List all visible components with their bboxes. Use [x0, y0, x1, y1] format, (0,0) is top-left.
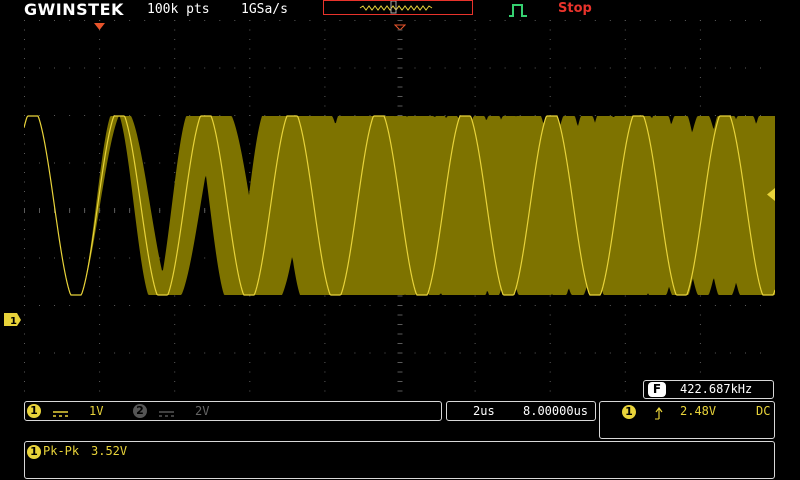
trigger-mode-icon [508, 2, 528, 21]
channel1-ground-marker[interactable]: 1 [4, 312, 22, 331]
frequency-counter: F 422.687kHz [643, 380, 774, 399]
record-length: 100k pts [147, 2, 210, 17]
brand-logo: GWINSTEK [24, 0, 124, 19]
waveform-persistence-envelope [24, 116, 775, 295]
trigger-level-marker-icon[interactable] [766, 187, 776, 206]
timebase-position: 8.00000us [523, 404, 589, 418]
waveform-display[interactable] [24, 20, 775, 400]
frequency-label-icon: F [648, 382, 666, 397]
memory-overview-bar[interactable] [323, 0, 473, 15]
frequency-value: 422.687kHz [680, 382, 753, 396]
channel2-badge[interactable]: 2 [133, 404, 147, 418]
channel2-scale: 2V [195, 404, 210, 418]
channel-info-bar[interactable]: 1 1V 2 2V [24, 401, 442, 421]
measurement-source-badge: 1 [27, 445, 41, 459]
ground-marker-label: 1 [10, 316, 17, 327]
timebase-scale: 2us [473, 404, 495, 418]
channel2-coupling-icon [159, 405, 175, 424]
dc-coupling-icon [53, 405, 69, 424]
channel1-scale: 1V [89, 404, 104, 418]
sample-rate: 1GSa/s [241, 2, 288, 17]
trigger-coupling: DC [756, 404, 771, 418]
trigger-level: 2.48V [680, 404, 717, 418]
measurement-label: Pk-Pk [43, 444, 80, 458]
measurement-panel[interactable]: 1 Pk-Pk 3.52V [24, 441, 775, 479]
trigger-source-badge: 1 [622, 405, 636, 419]
measurement-value: 3.52V [91, 444, 128, 458]
trigger-info[interactable]: 1 2.48V DC [599, 401, 775, 439]
channel1-badge[interactable]: 1 [27, 404, 41, 418]
rising-edge-icon [654, 405, 664, 424]
timebase-info[interactable]: 2us 8.00000us [446, 401, 596, 421]
run-stop-status[interactable]: Stop [558, 1, 592, 16]
